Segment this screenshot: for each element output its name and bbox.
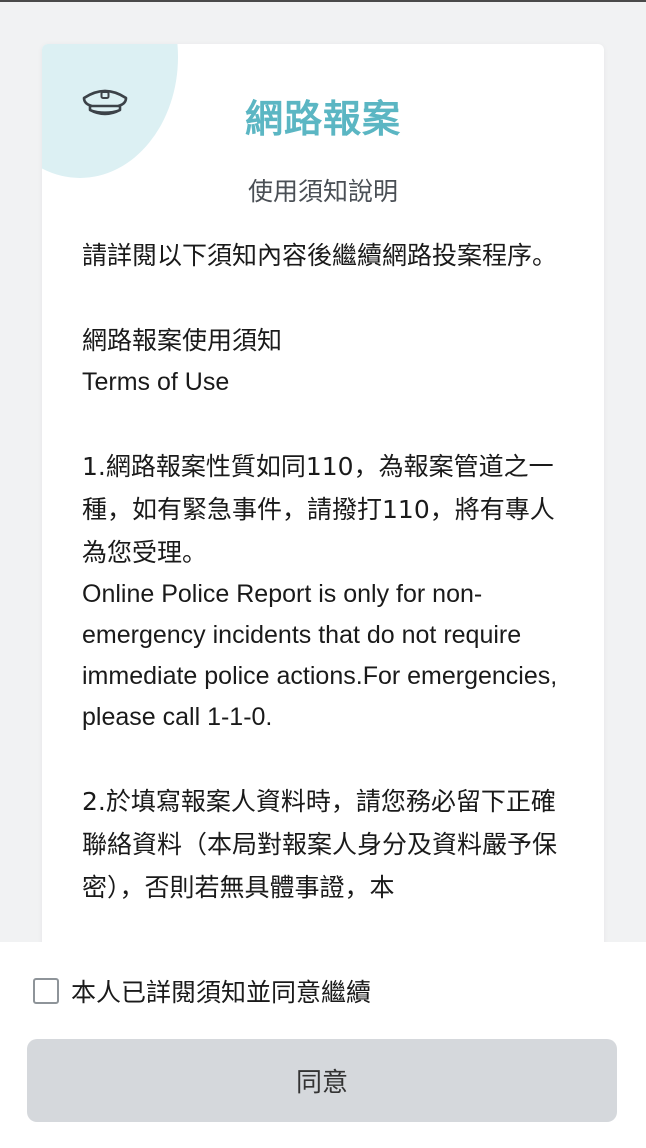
agree-checkbox-label[interactable]: 本人已詳閱須知並同意繼續 — [71, 973, 371, 1009]
term-item-2-zh: 2.於填寫報案人資料時，請您務必留下正確聯絡資料（本局對報案人身分及資料嚴予保密… — [82, 787, 558, 902]
page-subtitle: 使用須知說明 — [247, 177, 398, 206]
term-item-1-en: Online Police Report is only for non-eme… — [82, 580, 558, 731]
terms-heading-zh: 網路報案使用須知 — [82, 326, 283, 355]
agree-button[interactable]: 同意 — [27, 1039, 617, 1122]
agree-checkbox-row[interactable]: 本人已詳閱須知並同意繼續 — [33, 974, 371, 1008]
status-bar-border — [0, 0, 646, 2]
term-item-1-zh: 1.網路報案性質如同110，為報案管道之一種，如有緊急事件，請撥打110，將有專… — [82, 452, 555, 567]
intro-text: 請詳閱以下須知內容後繼續網路投案程序。 — [82, 241, 558, 270]
page-title: 網路報案 — [244, 97, 401, 141]
terms-content: 請詳閱以下須知內容後繼續網路投案程序。 網路報案使用須知 Terms of Us… — [82, 234, 562, 909]
agree-checkbox[interactable] — [33, 978, 59, 1004]
agreement-footer: 本人已詳閱須知並同意繼續 同意 — [0, 942, 646, 1148]
terms-heading-en: Terms of Use — [82, 368, 230, 396]
